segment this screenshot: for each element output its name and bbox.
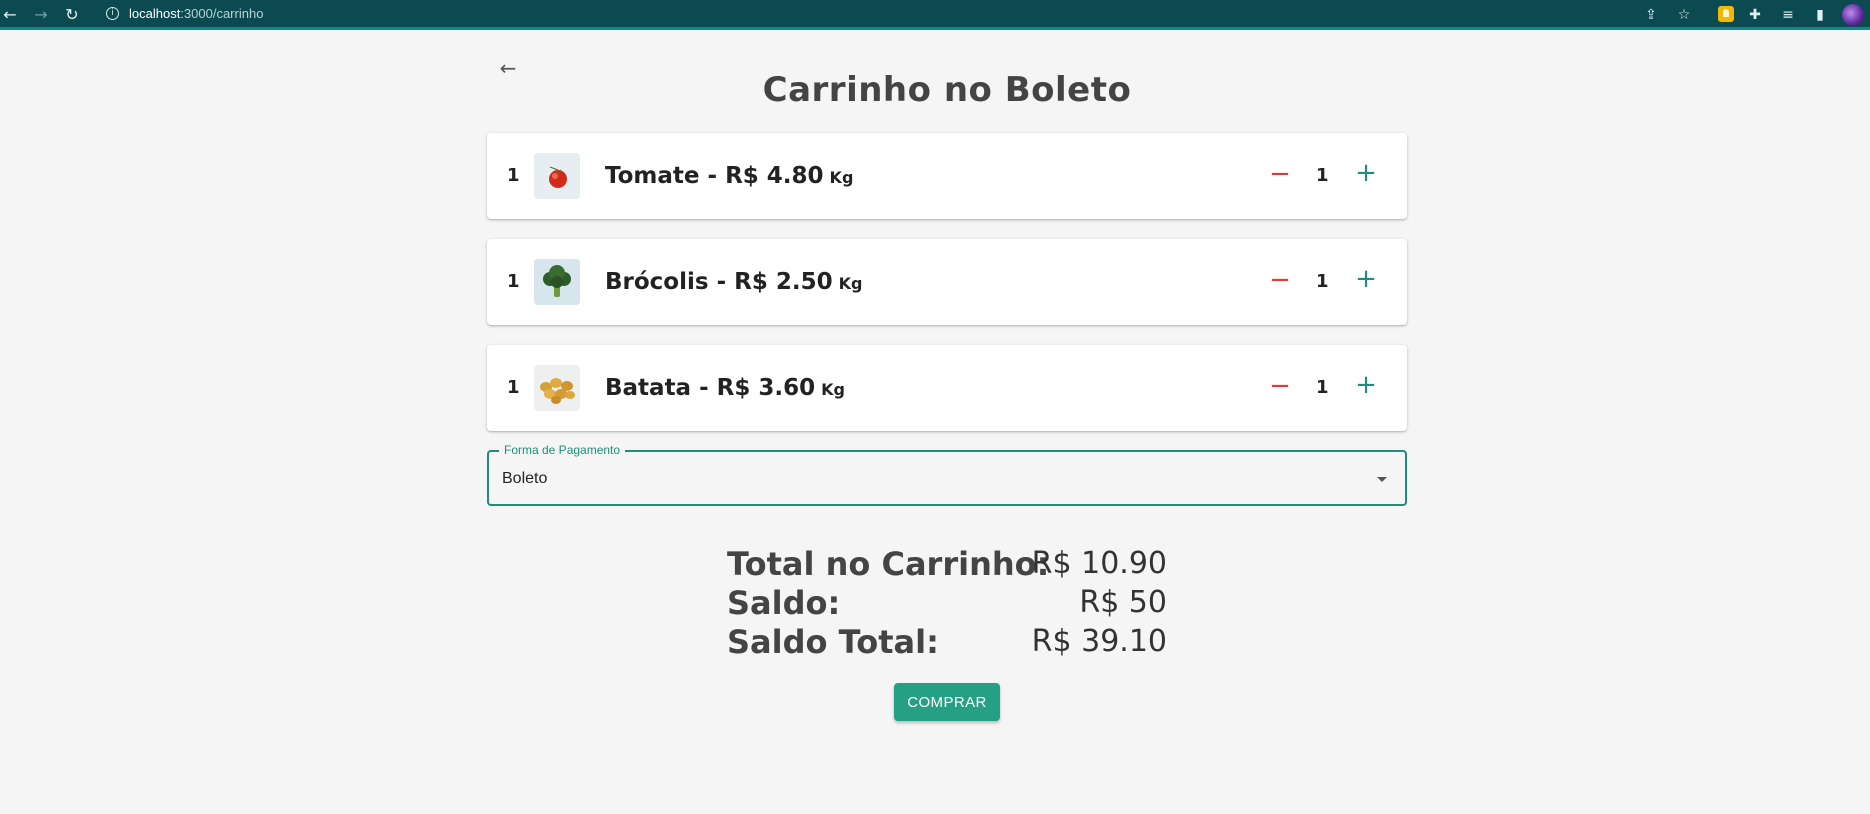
reload-icon[interactable]: ↻	[63, 6, 81, 24]
cart-item-tomate: 1 Tomate - R$ 4.80 Kg − 1 +	[487, 133, 1407, 219]
item-index: 1	[507, 377, 520, 398]
payment-method-select[interactable]: Forma de Pagamento Boleto	[487, 443, 1407, 506]
cart-item-brocolis: 1 Brócolis - R$ 2.50 Kg − 1 +	[487, 239, 1407, 325]
url-text[interactable]: localhost:3000/carrinho	[129, 6, 263, 21]
item-name: Batata - R$ 3.60 Kg	[605, 375, 845, 401]
bookmark-star-icon[interactable]: ☆	[1675, 6, 1693, 24]
item-unit: Kg	[821, 380, 845, 399]
back-nav-icon[interactable]: ←	[1, 6, 19, 24]
totals-summary: Total no Carrinho: R$ 10.90 Saldo: R$ 50…	[727, 545, 1167, 662]
cart-total-value: R$ 10.90	[1031, 546, 1167, 581]
payment-method-label: Forma de Pagamento	[499, 443, 626, 457]
tomato-image	[534, 153, 580, 199]
item-index: 1	[507, 271, 520, 292]
forward-nav-icon[interactable]: →	[32, 6, 50, 24]
balance-value: R$ 50	[1079, 585, 1167, 620]
media-queue-icon[interactable]: ≡	[1779, 6, 1797, 24]
url-path: :3000/carrinho	[180, 6, 264, 21]
dropdown-caret-icon	[1377, 477, 1387, 482]
item-index: 1	[507, 165, 520, 186]
extension-keep-icon[interactable]	[1718, 6, 1734, 22]
decrease-quantity-button[interactable]: −	[1267, 161, 1293, 187]
item-name-text: Batata - R$ 3.60	[605, 375, 816, 401]
profile-avatar[interactable]	[1842, 4, 1864, 26]
final-balance-label: Saldo Total:	[727, 623, 939, 661]
share-icon[interactable]: ⇪	[1642, 6, 1660, 24]
browser-toolbar: ← → ↻ i localhost:3000/carrinho ⇪ ☆ ✚ ≡ …	[0, 0, 1870, 30]
page-title: Carrinho no Boleto	[762, 70, 1132, 110]
item-unit: Kg	[838, 274, 863, 293]
item-quantity: 1	[1316, 271, 1329, 292]
decrease-quantity-button[interactable]: −	[1267, 267, 1293, 293]
item-name-text: Brócolis - R$ 2.50	[605, 269, 833, 295]
cart-item-batata: 1 Batata - R$ 3.60 Kg − 1 +	[487, 345, 1407, 431]
site-info-icon[interactable]: i	[106, 7, 119, 20]
item-quantity: 1	[1316, 377, 1329, 398]
item-name: Tomate - R$ 4.80 Kg	[605, 163, 853, 189]
side-panel-icon[interactable]: ▮	[1811, 6, 1829, 24]
item-name: Brócolis - R$ 2.50 Kg	[605, 269, 862, 295]
final-balance-value: R$ 39.10	[1031, 624, 1167, 659]
cart-total-label: Total no Carrinho:	[727, 545, 1050, 583]
item-quantity: 1	[1316, 165, 1329, 186]
broccoli-image	[534, 259, 580, 305]
potato-image	[534, 365, 580, 411]
balance-label: Saldo:	[727, 584, 841, 622]
final-balance-row: Saldo Total: R$ 39.10	[727, 623, 1167, 662]
buy-button[interactable]: COMPRAR	[894, 683, 1000, 721]
decrease-quantity-button[interactable]: −	[1267, 373, 1293, 399]
increase-quantity-button[interactable]: +	[1353, 371, 1379, 399]
increase-quantity-button[interactable]: +	[1353, 159, 1379, 187]
payment-method-value: Boleto	[502, 470, 548, 487]
address-bar[interactable]	[96, 2, 1616, 26]
item-name-text: Tomate - R$ 4.80	[605, 163, 824, 189]
balance-row: Saldo: R$ 50	[727, 584, 1167, 623]
cart-total-row: Total no Carrinho: R$ 10.90	[727, 545, 1167, 584]
increase-quantity-button[interactable]: +	[1353, 265, 1379, 293]
url-host: localhost	[129, 6, 181, 21]
item-unit: Kg	[829, 168, 854, 187]
extensions-puzzle-icon[interactable]: ✚	[1746, 6, 1764, 24]
